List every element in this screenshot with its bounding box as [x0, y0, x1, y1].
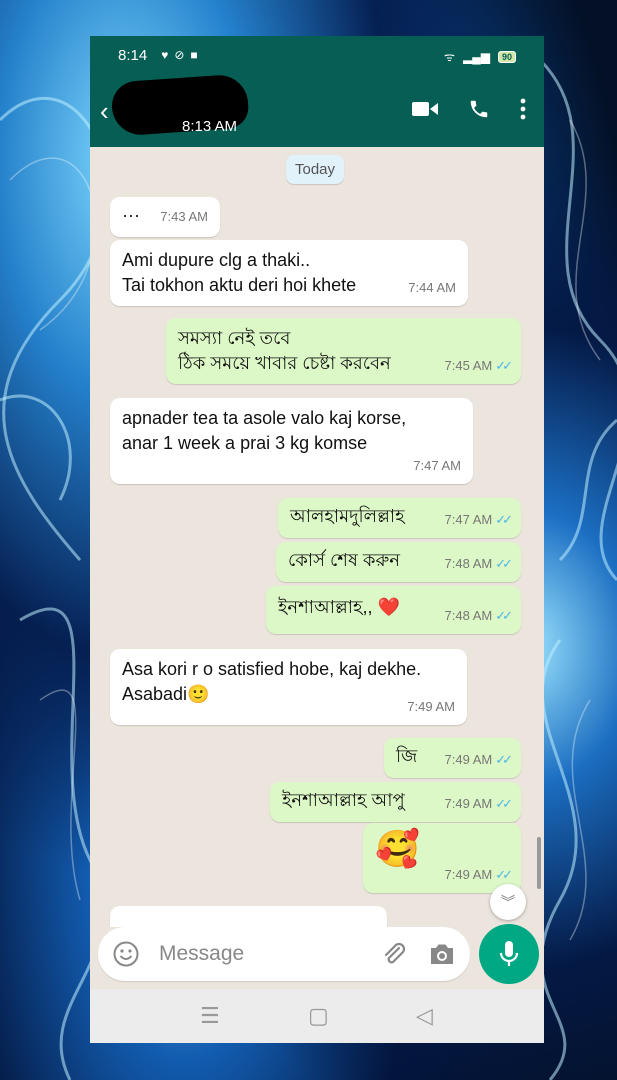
- header-actions: [412, 98, 526, 120]
- message-time: 7:47 AM: [413, 458, 461, 473]
- message-text: Asa kori r o satisfied hobe, kaj dekhe. …: [122, 659, 422, 704]
- read-receipt-icon: ✓✓: [495, 512, 513, 527]
- message-time: 7:49 AM ✓✓: [444, 752, 513, 767]
- mic-button[interactable]: [479, 924, 539, 984]
- message-time: 7:47 AM ✓✓: [444, 512, 513, 527]
- status-right: ᯤ ▂▄▆ 90: [444, 48, 516, 65]
- message-bubble[interactable]: ইনশাআল্লাহ আপু 7:49 AM ✓✓: [270, 782, 521, 822]
- scroll-to-bottom-button[interactable]: ︾: [490, 884, 526, 920]
- message-bubble[interactable]: 🥰 7:49 AM ✓✓: [363, 823, 521, 893]
- message-time: 7:49 AM ✓✓: [444, 867, 513, 882]
- message-bubble[interactable]: Asa kori r o satisfied hobe, kaj dekhe. …: [110, 649, 467, 725]
- message-bubble[interactable]: ··· 7:43 AM: [110, 197, 220, 237]
- message-text: সমস্যা নেই তবে ঠিক সময়ে খাবার চেষ্টা কর…: [178, 328, 391, 373]
- attach-icon[interactable]: [380, 940, 408, 968]
- message-time: 7:45 AM ✓✓: [444, 358, 513, 373]
- menu-nav-icon[interactable]: ☰: [200, 1003, 220, 1029]
- message-bubble[interactable]: জি 7:49 AM ✓✓: [384, 738, 521, 778]
- message-text: কোর্স শেষ করুন: [288, 550, 401, 570]
- video-call-icon[interactable]: [412, 100, 438, 118]
- more-options-icon[interactable]: [520, 98, 526, 120]
- message-text: 🥰: [375, 828, 420, 869]
- system-nav-bar: ☰ ▢ ◁: [90, 989, 544, 1043]
- message-time: 7:48 AM ✓✓: [444, 608, 513, 623]
- wifi-icon: ᯤ: [444, 50, 456, 64]
- mic-icon: [499, 941, 519, 966]
- message-text: apnader tea ta asole valo kaj korse, ana…: [122, 408, 407, 453]
- phone-screen: 8:14 ♥ ⊘ ■ ᯤ ▂▄▆ 90 ‹ 8:13 AM Today ··· …: [90, 36, 544, 1043]
- read-receipt-icon: ✓✓: [495, 796, 513, 811]
- signal-icon: ▂▄▆: [463, 49, 490, 64]
- date-chip: Today: [286, 155, 345, 184]
- chat-header: ‹ 8:13 AM: [90, 73, 544, 147]
- message-text: ইনশাআল্লাহ,, ❤️: [278, 597, 400, 617]
- last-seen: 8:13 AM: [182, 118, 238, 135]
- status-time: 8:14: [118, 46, 148, 64]
- message-bubble[interactable]: সমস্যা নেই তবে ঠিক সময়ে খাবার চেষ্টা কর…: [166, 318, 521, 384]
- app-icon: ■: [190, 48, 198, 62]
- camera-icon[interactable]: [428, 941, 456, 967]
- back-nav-icon[interactable]: ◁: [416, 1003, 433, 1029]
- message-bubble[interactable]: apnader tea ta asole valo kaj korse, ana…: [110, 398, 473, 484]
- chat-notification-icon: ♥: [161, 48, 169, 62]
- message-time: 7:49 AM: [407, 699, 455, 714]
- home-nav-icon[interactable]: ▢: [308, 1003, 329, 1029]
- message-time: 7:44 AM: [408, 280, 456, 295]
- message-bubble[interactable]: Ami dupure clg a thaki.. Tai tokhon aktu…: [110, 240, 468, 306]
- message-text: Ami dupure clg a thaki.. Tai tokhon aktu…: [122, 250, 357, 295]
- message-bubble[interactable]: কোর্স শেষ করুন 7:48 AM ✓✓: [276, 542, 521, 582]
- chat-area[interactable]: Today ··· 7:43 AM Ami dupure clg a thaki…: [90, 147, 544, 927]
- message-text: ইনশাআল্লাহ আপু: [282, 790, 405, 810]
- notification-icons: ♥ ⊘ ■: [161, 48, 197, 62]
- message-bubble[interactable]: ইনশাআল্লাহ,, ❤️ 7:48 AM ✓✓: [266, 586, 521, 634]
- emoji-icon[interactable]: [112, 940, 140, 968]
- message-input[interactable]: Message: [98, 927, 470, 981]
- input-bar: Message: [90, 924, 544, 989]
- message-time: 7:49 AM ✓✓: [444, 796, 513, 811]
- message-text: জি: [396, 746, 418, 766]
- message-time: 7:48 AM ✓✓: [444, 556, 513, 571]
- message-text: ···: [122, 205, 140, 225]
- voice-call-icon[interactable]: [468, 98, 490, 120]
- chevron-double-down-icon: ︾: [501, 894, 515, 910]
- read-receipt-icon: ✓✓: [495, 556, 513, 571]
- scrollbar-thumb[interactable]: [537, 837, 541, 889]
- message-placeholder: Message: [159, 942, 245, 965]
- read-receipt-icon: ✓✓: [495, 608, 513, 623]
- message-text: আলহামদুলিল্লাহ: [290, 506, 405, 526]
- back-arrow-icon[interactable]: ‹: [100, 96, 109, 127]
- message-bubble[interactable]: আলহামদুলিল্লাহ 7:47 AM ✓✓: [278, 498, 521, 538]
- sync-icon: ⊘: [174, 48, 185, 62]
- message-bubble-partial[interactable]: [110, 906, 387, 927]
- battery-icon: 90: [497, 50, 516, 63]
- read-receipt-icon: ✓✓: [495, 867, 513, 882]
- read-receipt-icon: ✓✓: [495, 752, 513, 767]
- read-receipt-icon: ✓✓: [495, 358, 513, 373]
- status-bar: 8:14 ♥ ⊘ ■ ᯤ ▂▄▆ 90: [90, 36, 544, 74]
- message-time: 7:43 AM: [160, 209, 208, 224]
